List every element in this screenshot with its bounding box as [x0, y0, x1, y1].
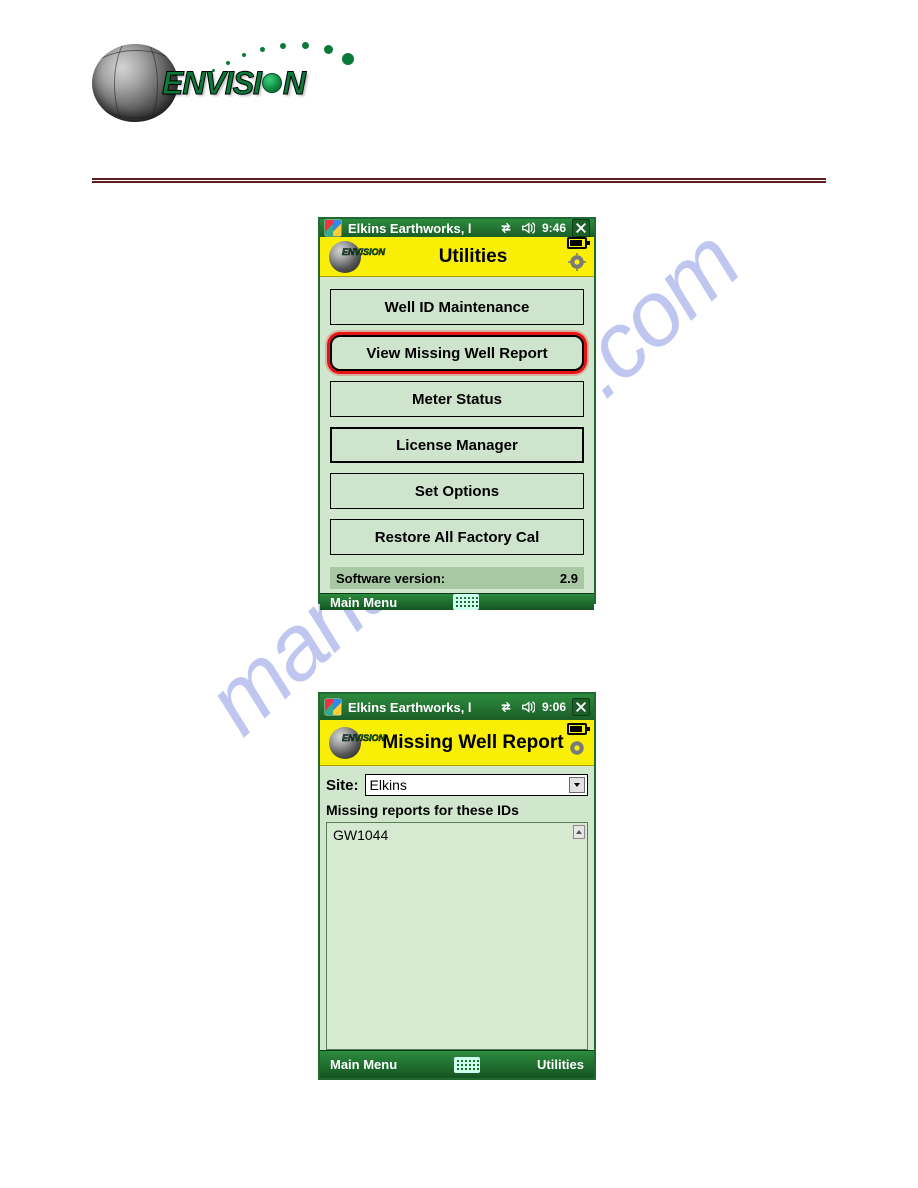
scroll-up-icon[interactable]	[573, 825, 585, 839]
site-value: Elkins	[370, 777, 407, 793]
brand-text-right: N	[283, 65, 305, 102]
window-title: Elkins Earthworks, l	[348, 221, 472, 236]
brand-header: ENVISI N	[92, 44, 305, 122]
page-title: Utilities	[380, 247, 566, 267]
main-menu-button[interactable]: Main Menu	[330, 595, 397, 610]
bottom-menu: Main Menu Utilities	[320, 1050, 594, 1078]
gear-icon[interactable]	[568, 253, 586, 276]
window-titlebar: Elkins Earthworks, l 9:46	[320, 219, 594, 237]
missing-well-report-screenshot: Elkins Earthworks, l 9:06 ENVISION Missi…	[318, 692, 596, 1080]
set-options-button[interactable]: Set Options	[330, 473, 584, 509]
app-logo-icon: ENVISION	[326, 238, 374, 276]
site-row: Site: Elkins	[326, 774, 588, 796]
volume-icon[interactable]	[520, 699, 536, 715]
view-missing-well-report-button[interactable]: View Missing Well Report	[330, 335, 584, 371]
volume-icon[interactable]	[520, 220, 536, 236]
gear-icon[interactable]	[568, 739, 586, 762]
missing-ids-list[interactable]: GW1044	[326, 822, 588, 1050]
app-header: ENVISION Utilities	[320, 237, 594, 277]
site-label: Site:	[326, 777, 359, 794]
window-title: Elkins Earthworks, l	[348, 700, 472, 715]
brand-text-left: ENVISI	[162, 65, 261, 102]
version-value: 2.9	[560, 571, 578, 586]
utilities-screenshot: Elkins Earthworks, l 9:46 ENVISION Utili…	[318, 217, 596, 604]
well-id-maintenance-button[interactable]: Well ID Maintenance	[330, 289, 584, 325]
battery-icon	[567, 237, 587, 249]
app-logo-icon: ENVISION	[326, 724, 374, 762]
page-title: Missing Well Report	[380, 733, 566, 753]
keyboard-icon[interactable]	[454, 1057, 480, 1073]
clock: 9:06	[542, 700, 566, 714]
meter-status-button[interactable]: Meter Status	[330, 381, 584, 417]
app-header: ENVISION Missing Well Report	[320, 720, 594, 766]
version-label: Software version:	[336, 571, 445, 586]
window-titlebar: Elkins Earthworks, l 9:06	[320, 694, 594, 720]
clock: 9:46	[542, 221, 566, 235]
report-body: Site: Elkins Missing reports for these I…	[320, 766, 594, 1050]
bottom-menu: Main Menu	[320, 593, 594, 610]
start-icon[interactable]	[324, 219, 342, 237]
header-divider	[92, 178, 826, 183]
site-select[interactable]: Elkins	[365, 774, 588, 796]
connectivity-icon[interactable]	[498, 699, 514, 715]
start-icon[interactable]	[324, 698, 342, 716]
utilities-body: Well ID Maintenance View Missing Well Re…	[320, 277, 594, 593]
brand-wordmark: ENVISI N	[162, 65, 305, 102]
report-subheading: Missing reports for these IDs	[326, 802, 588, 818]
utilities-button[interactable]: Utilities	[537, 1057, 584, 1072]
main-menu-button[interactable]: Main Menu	[330, 1057, 397, 1072]
chevron-down-icon	[569, 777, 585, 793]
connectivity-icon[interactable]	[498, 220, 514, 236]
license-manager-button[interactable]: License Manager	[330, 427, 584, 463]
brand-dot-icon	[262, 73, 282, 93]
keyboard-icon[interactable]	[453, 594, 479, 610]
battery-icon	[567, 723, 587, 735]
close-icon[interactable]	[572, 219, 590, 237]
version-row: Software version: 2.9	[330, 567, 584, 589]
list-item[interactable]: GW1044	[333, 827, 581, 843]
close-icon[interactable]	[572, 698, 590, 716]
restore-factory-cal-button[interactable]: Restore All Factory Cal	[330, 519, 584, 555]
